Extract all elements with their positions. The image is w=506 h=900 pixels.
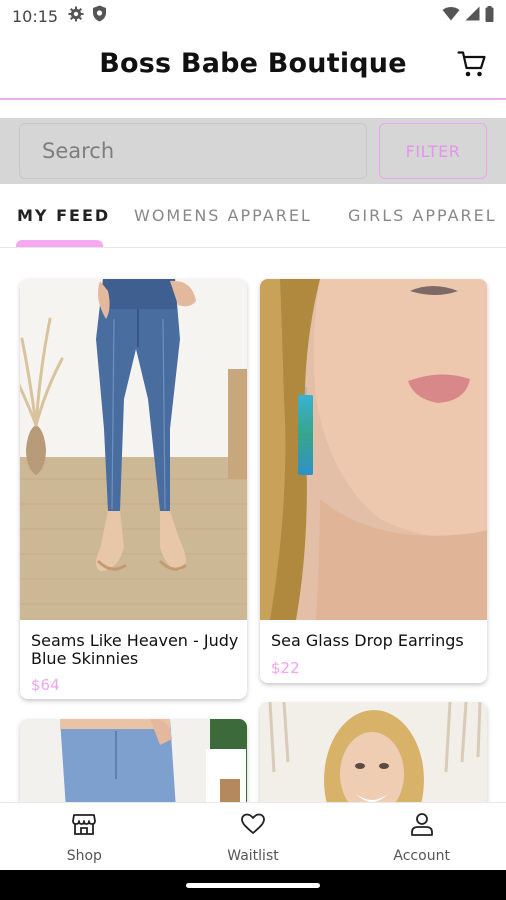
search-input[interactable]	[19, 123, 367, 179]
product-price: $22	[271, 659, 300, 677]
system-nav-bar	[0, 870, 506, 900]
category-tabs: MY FEED WOMENS APPAREL GIRLS APPAREL	[0, 186, 506, 248]
nav-label: Waitlist	[227, 848, 279, 864]
product-grid: Seams Like Heaven - Judy Blue Skinnies $…	[0, 248, 506, 802]
filter-button[interactable]: FILTER	[379, 123, 487, 179]
battery-icon	[485, 5, 494, 27]
home-gesture-bar[interactable]	[186, 883, 320, 888]
tab-girls-apparel[interactable]: GIRLS APPAREL	[348, 206, 497, 225]
nav-account[interactable]: Account	[337, 803, 506, 870]
product-name: Seams Like Heaven - Judy Blue Skinnies	[31, 631, 239, 668]
app-header: Boss Babe Boutique	[0, 32, 506, 100]
nav-label: Shop	[66, 848, 102, 864]
signal-icon	[465, 6, 480, 26]
active-tab-indicator	[16, 240, 103, 247]
product-card[interactable]: Sea Glass Drop Earrings $22	[260, 279, 487, 683]
nav-shop[interactable]: Shop	[0, 803, 169, 870]
search-bar: FILTER	[0, 118, 506, 184]
cart-icon	[457, 50, 487, 83]
product-price: $64	[31, 676, 60, 694]
status-bar: 10:15	[0, 0, 506, 32]
shield-icon	[92, 5, 107, 27]
nav-waitlist[interactable]: Waitlist	[169, 803, 338, 870]
wifi-icon	[442, 6, 460, 26]
tab-womens-apparel[interactable]: WOMENS APPAREL	[134, 206, 312, 225]
tab-my-feed[interactable]: MY FEED	[17, 206, 110, 225]
product-name: Sea Glass Drop Earrings	[271, 631, 464, 650]
product-card[interactable]: Seams Like Heaven - Judy Blue Skinnies $…	[20, 279, 247, 699]
heart-icon	[240, 811, 266, 842]
page-title: Boss Babe Boutique	[99, 48, 407, 79]
product-image	[20, 719, 247, 802]
product-image	[20, 279, 247, 620]
status-time: 10:15	[12, 6, 59, 26]
account-icon	[409, 811, 435, 842]
cart-button[interactable]	[456, 50, 488, 82]
shop-icon	[71, 811, 97, 842]
product-card[interactable]	[20, 719, 247, 802]
product-image	[260, 702, 487, 802]
gear-icon	[68, 6, 84, 27]
product-card[interactable]	[260, 702, 487, 802]
bottom-nav: Shop Waitlist Account	[0, 802, 506, 870]
nav-label: Account	[393, 848, 450, 864]
product-image	[260, 279, 487, 620]
